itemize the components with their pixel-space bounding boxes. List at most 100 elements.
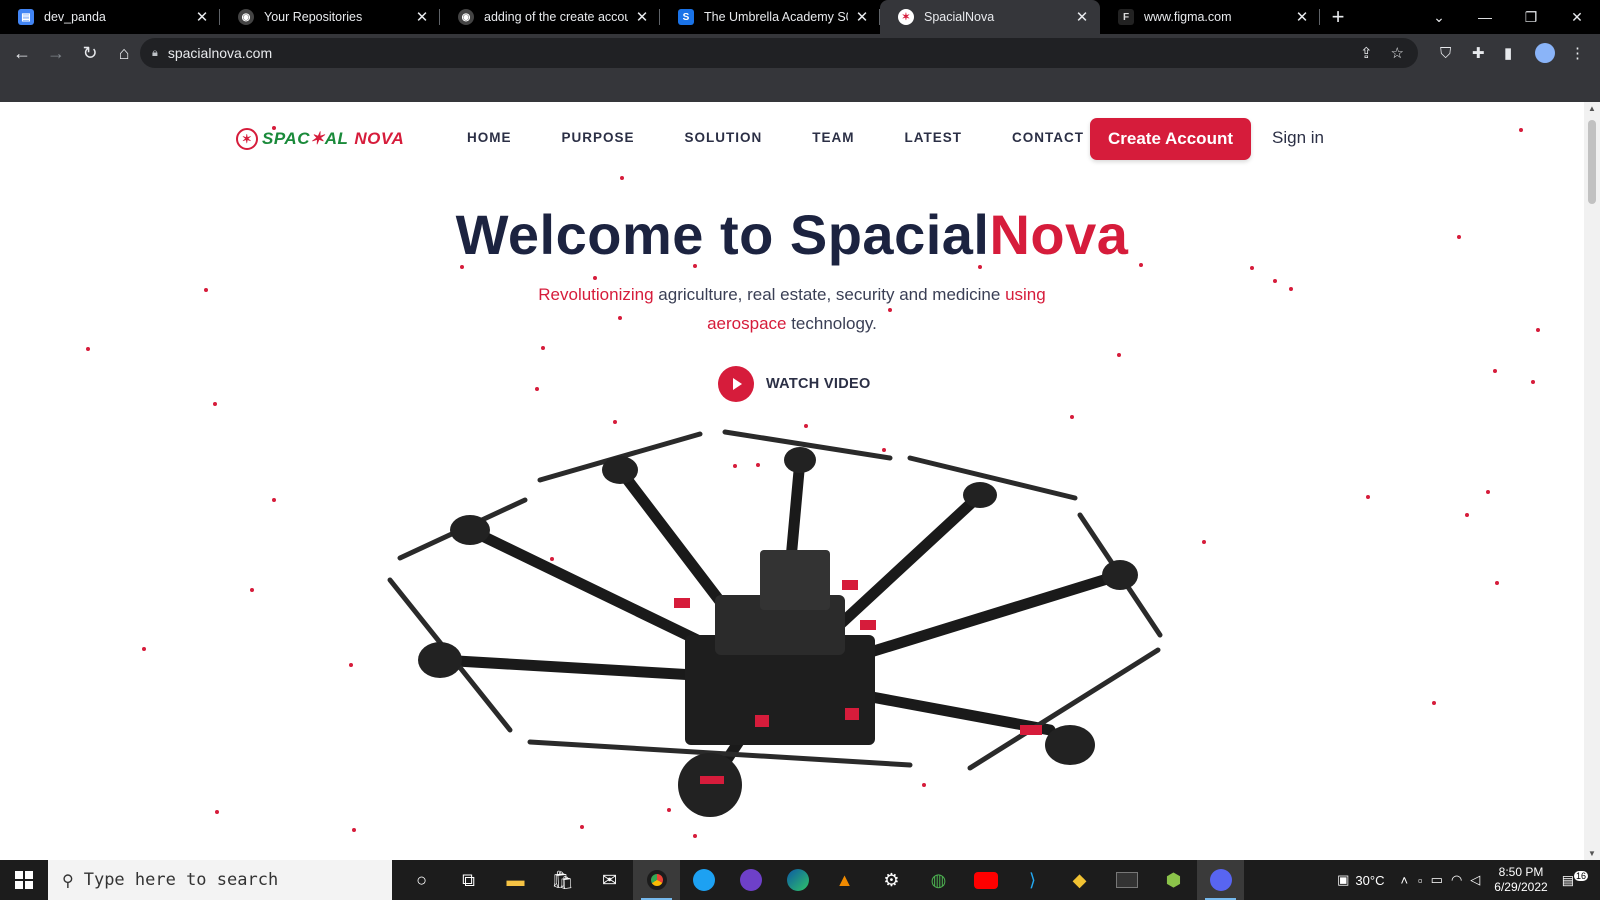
decorative-dot — [541, 346, 545, 350]
windows-start-icon[interactable] — [0, 860, 48, 900]
drone-image — [387, 429, 1163, 817]
create-account-button[interactable]: Create Account — [1090, 118, 1251, 160]
share-icon[interactable]: ⇪ — [1360, 44, 1373, 62]
decorative-dot — [1495, 581, 1499, 585]
profile-avatar[interactable] — [1535, 34, 1555, 72]
windows-taskbar: ⚲ Type here to search ○ ⧉ ▬ 🛍︎ ✉ ▲ ⚙ ◍ ⟩… — [0, 860, 1600, 900]
back-icon[interactable]: ← — [6, 37, 38, 69]
forward-icon[interactable]: → — [40, 37, 72, 69]
address-bar[interactable]: 🔒︎ spacialnova.com ⇪ ☆ — [140, 38, 1418, 68]
store-icon[interactable]: 🛍︎ — [539, 860, 586, 900]
chrome-icon[interactable] — [633, 860, 680, 900]
decorative-dot — [204, 288, 208, 292]
globe-icon[interactable]: ◍ — [915, 860, 962, 900]
meet-now-icon[interactable]: ▫ — [1418, 873, 1423, 888]
discord-icon[interactable] — [1197, 860, 1244, 900]
reload-icon[interactable]: ↻ — [74, 37, 106, 69]
github-icon[interactable] — [727, 860, 774, 900]
volume-icon[interactable]: ◁ — [1470, 872, 1480, 888]
decorative-dot — [1289, 287, 1293, 291]
tab-figma[interactable]: F www.figma.com ✕ — [1100, 0, 1320, 34]
close-window-icon[interactable]: ✕ — [1554, 9, 1600, 26]
git-icon[interactable]: ◆ — [1056, 860, 1103, 900]
close-icon[interactable]: ✕ — [634, 8, 650, 26]
figma-icon: F — [1118, 9, 1134, 25]
sign-in-link[interactable]: Sign in — [1272, 128, 1324, 148]
mail-icon[interactable]: ✉ — [586, 860, 633, 900]
close-icon[interactable]: ✕ — [1294, 8, 1310, 26]
github-icon: ◉ — [238, 9, 254, 25]
restore-icon[interactable]: ❐ — [1508, 9, 1554, 26]
side-panel-icon[interactable]: ▮ — [1504, 34, 1512, 72]
nav-home[interactable]: HOME — [467, 130, 512, 145]
cube-icon[interactable]: ⬢ — [1150, 860, 1197, 900]
decorative-dot — [1432, 701, 1436, 705]
lock-icon[interactable]: 🔒︎ — [152, 47, 158, 60]
shield-extension-icon[interactable]: ⛉ — [1440, 34, 1451, 72]
tab-your-repositories[interactable]: ◉ Your Repositories ✕ — [220, 0, 440, 34]
nav-team[interactable]: TEAM — [812, 130, 854, 145]
scroll-down-icon[interactable]: ▼ — [1584, 849, 1600, 858]
weather-icon[interactable]: ▣ — [1337, 872, 1349, 888]
bookmark-bar — [0, 72, 1600, 102]
notification-icon[interactable]: ▤ 16 — [1562, 871, 1588, 888]
system-tray: ▣ 30°C ˄ ▫ ▭ ◠ ◁ 8:50 PM 6/29/2022 ▤ 16 — [1337, 860, 1600, 900]
tab-adding-create-account[interactable]: ◉ adding of the create account ✕ — [440, 0, 660, 34]
extensions-puzzle-icon[interactable]: ✚ — [1472, 34, 1485, 72]
tab-title: The Umbrella Academy S01E0 — [704, 10, 848, 24]
close-icon[interactable]: ✕ — [194, 8, 210, 26]
scrollbar-thumb[interactable] — [1588, 120, 1596, 204]
decorative-dot — [1486, 490, 1490, 494]
decorative-dot — [349, 663, 353, 667]
tab-dev-panda[interactable]: ▤ dev_panda ✕ — [0, 0, 220, 34]
wifi-icon[interactable]: ◠ — [1451, 872, 1462, 888]
logo-text-nova: NOVA — [354, 129, 405, 148]
home-icon[interactable]: ⌂ — [108, 37, 140, 69]
taskbar-apps: ○ ⧉ ▬ 🛍︎ ✉ ▲ ⚙ ◍ ⟩ ◆ ⬢ — [398, 860, 1244, 900]
edge-icon[interactable] — [774, 860, 821, 900]
clock[interactable]: 8:50 PM 6/29/2022 — [1494, 865, 1547, 895]
close-icon[interactable]: ✕ — [414, 8, 430, 26]
settings-icon[interactable]: ⚙ — [868, 860, 915, 900]
url-text: spacialnova.com — [167, 45, 273, 61]
youtube-icon[interactable] — [962, 860, 1009, 900]
nav-contact[interactable]: CONTACT — [1012, 130, 1084, 145]
bookmark-star-icon[interactable]: ☆ — [1391, 44, 1404, 62]
play-icon[interactable] — [718, 366, 754, 402]
weather-temp[interactable]: 30°C — [1355, 873, 1384, 888]
decorative-dot — [1070, 415, 1074, 419]
battery-icon[interactable]: ▭ — [1431, 872, 1443, 888]
terminal-icon[interactable] — [1103, 860, 1150, 900]
nav-latest[interactable]: LATEST — [905, 130, 963, 145]
taskbar-search-box[interactable]: ⚲ Type here to search — [48, 860, 392, 900]
hero-sub-highlight: Revolutionizing — [538, 285, 654, 304]
file-explorer-icon[interactable]: ▬ — [492, 860, 539, 900]
watch-video-button[interactable]: WATCH VIDEO — [718, 366, 871, 402]
hero-title-accent: Nova — [989, 203, 1129, 266]
menu-kebab-icon[interactable]: ⋮ — [1570, 34, 1585, 72]
vscode-icon[interactable]: ⟩ — [1009, 860, 1056, 900]
close-icon[interactable]: ✕ — [1074, 8, 1090, 26]
tab-title: SpacialNova — [924, 10, 995, 24]
clock-date: 6/29/2022 — [1494, 880, 1548, 894]
chevron-up-icon[interactable]: ˄ — [1400, 873, 1408, 888]
task-view-icon[interactable]: ⧉ — [445, 860, 492, 900]
twitter-icon[interactable] — [680, 860, 727, 900]
decorative-dot — [213, 402, 217, 406]
hero-title: Welcome to SpacialNova — [0, 202, 1584, 267]
decorative-dot — [620, 176, 624, 180]
tab-umbrella-academy[interactable]: S The Umbrella Academy S01E0 ✕ — [660, 0, 880, 34]
new-tab-button[interactable]: + — [1320, 4, 1356, 30]
cortana-icon[interactable]: ○ — [398, 860, 445, 900]
tab-search-icon[interactable]: ⌄ — [1416, 9, 1462, 26]
vlc-icon[interactable]: ▲ — [821, 860, 868, 900]
site-logo[interactable]: ✶ SPAC✶AL NOVA — [236, 128, 404, 150]
nav-purpose[interactable]: PURPOSE — [562, 130, 635, 145]
close-icon[interactable]: ✕ — [854, 8, 870, 26]
scroll-up-icon[interactable]: ▲ — [1584, 104, 1600, 113]
tab-spacialnova[interactable]: ✶ SpacialNova ✕ — [880, 0, 1100, 34]
minimize-icon[interactable]: — — [1462, 9, 1508, 25]
page-scrollbar[interactable]: ▲ ▼ — [1584, 102, 1600, 860]
logo-text-spacial: SPAC✶AL — [262, 129, 349, 148]
nav-solution[interactable]: SOLUTION — [685, 130, 763, 145]
